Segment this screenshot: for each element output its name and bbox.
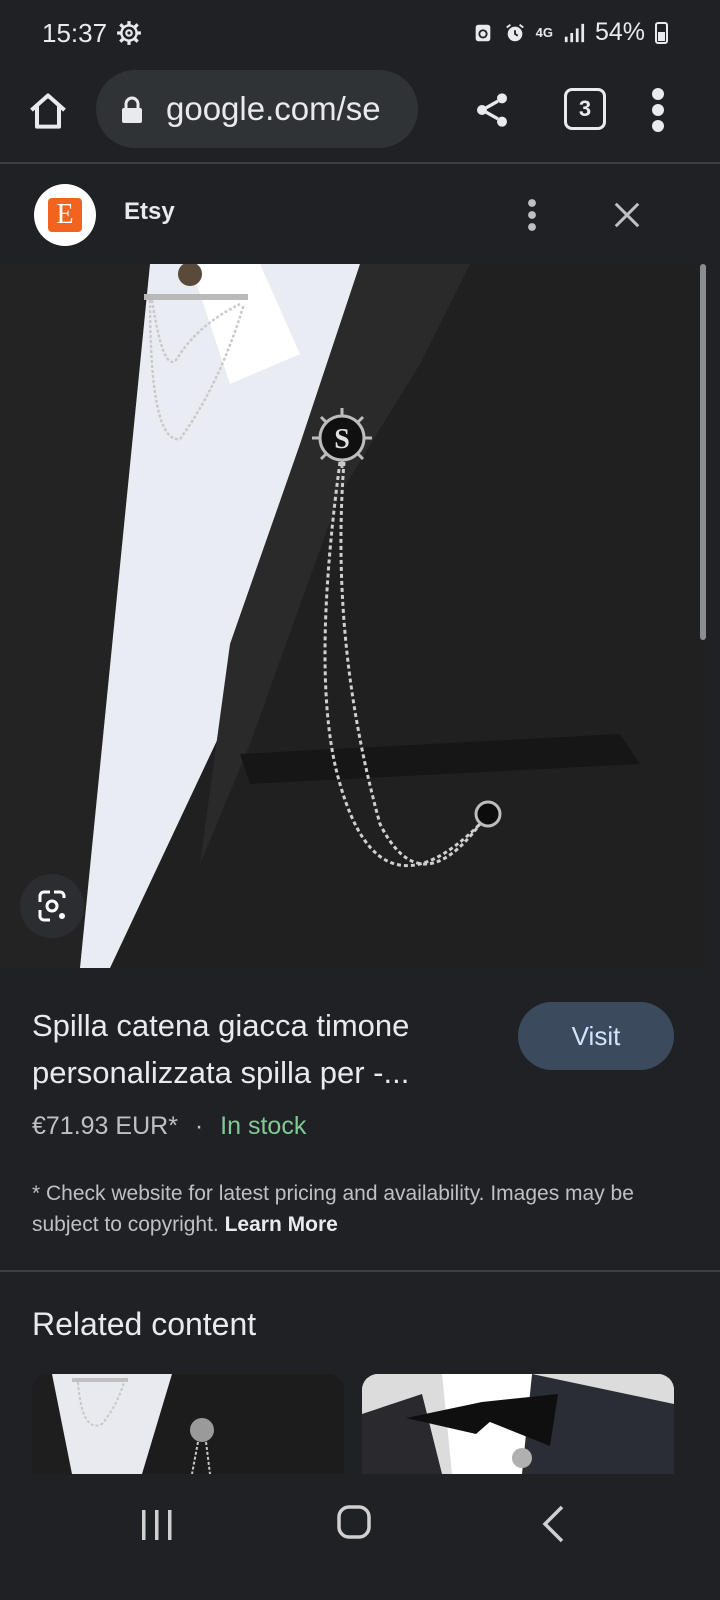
price-row: €71.93 EUR* · In stock	[32, 1112, 306, 1141]
system-nav-bar	[0, 1474, 720, 1600]
product-image[interactable]: S	[0, 264, 706, 968]
related-content-heading: Related content	[32, 1306, 257, 1342]
pin-letter: S	[334, 424, 350, 455]
close-icon[interactable]	[612, 200, 642, 230]
learn-more-link[interactable]: Learn More	[225, 1213, 338, 1236]
product-photo: S	[0, 264, 706, 968]
status-bar: 15:37 4G 54%	[0, 0, 720, 66]
divider	[0, 1270, 720, 1272]
visit-button[interactable]: Visit	[518, 1002, 674, 1070]
source-name[interactable]: Etsy	[124, 198, 175, 226]
tabs-icon[interactable]: 3	[564, 88, 606, 130]
more-vert-icon[interactable]	[650, 86, 666, 134]
price-separator: ·	[194, 1112, 204, 1140]
more-vert-icon[interactable]	[526, 196, 538, 234]
related-photo	[362, 1374, 674, 1474]
recents-icon[interactable]	[138, 1508, 176, 1542]
back-icon[interactable]	[540, 1504, 566, 1544]
status-time: 15:37	[42, 18, 108, 48]
related-thumbnail[interactable]	[32, 1374, 344, 1474]
product-title[interactable]: Spilla catena giacca timone personalizza…	[32, 1002, 502, 1096]
disclaimer: * Check website for latest pricing and a…	[32, 1178, 672, 1240]
result-panel-header: E Etsy	[0, 164, 720, 264]
browser-toolbar: google.com/se 3	[0, 66, 720, 164]
stock-status: In stock	[220, 1112, 307, 1140]
etsy-logo-letter: E	[48, 198, 82, 232]
related-photo	[32, 1374, 344, 1474]
lock-icon	[122, 96, 142, 123]
network-4g-icon: 4G	[535, 25, 553, 40]
battery-icon	[655, 21, 668, 44]
related-thumbnail[interactable]	[362, 1374, 674, 1474]
google-lens-icon[interactable]	[20, 874, 84, 938]
url-text: google.com/se	[166, 90, 381, 127]
home-icon[interactable]	[26, 90, 70, 134]
url-bar[interactable]: google.com/se	[96, 70, 418, 148]
price: €71.93 EUR*	[32, 1112, 178, 1140]
settings-gear-icon	[117, 21, 141, 45]
battery-percent: 54%	[594, 18, 645, 46]
source-logo: E	[34, 184, 96, 246]
signal-icon	[564, 23, 585, 42]
share-icon[interactable]	[472, 88, 512, 132]
alarm-icon	[505, 23, 524, 41]
image-scrollbar[interactable]	[700, 264, 706, 640]
recycle-icon	[475, 24, 490, 41]
status-indicators: 4G 54%	[472, 18, 668, 47]
home-nav-icon[interactable]	[336, 1504, 372, 1540]
